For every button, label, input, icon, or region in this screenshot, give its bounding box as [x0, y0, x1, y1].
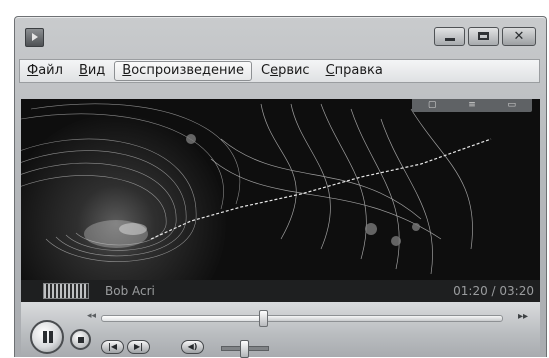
media-player-window: ✕ Файл Вид Воспроизведение Сервис Справк… [14, 16, 547, 358]
seek-back-icon: ◂◂ [87, 311, 97, 321]
artist-label: Bob Acri [105, 284, 155, 298]
close-icon: ✕ [513, 29, 525, 44]
menu-tools[interactable]: Сервис [254, 61, 317, 81]
previous-icon: |◀ [107, 342, 118, 351]
seek-progress [102, 316, 262, 321]
menu-tools-accel: е [270, 63, 279, 78]
volume-thumb[interactable] [239, 340, 249, 358]
stop-button[interactable] [70, 329, 91, 350]
menu-help-accel: С [325, 63, 335, 78]
menu-view-accel: В [78, 63, 88, 78]
menu-playback[interactable]: Воспроизведение [114, 61, 252, 81]
maximize-icon [478, 32, 489, 40]
media-player-icon[interactable] [25, 28, 44, 47]
menu-playback-label: оспроизведение [131, 63, 244, 78]
video-area[interactable]: ▢ ≡ ▭ [21, 99, 540, 280]
visualization [21, 99, 540, 280]
volume-slider[interactable] [221, 340, 269, 358]
menu-file-label: айл [38, 63, 63, 78]
menu-view[interactable]: Вид [72, 61, 112, 81]
menu-view-label: ид [87, 63, 106, 78]
seek-thumb[interactable] [259, 310, 268, 327]
time-display: 01:20 / 03:20 [453, 284, 534, 298]
menu-bar: Файл Вид Воспроизведение Сервис Справка [19, 59, 540, 83]
fullscreen-icon[interactable]: ▢ [428, 101, 437, 110]
minimize-button[interactable] [434, 27, 465, 46]
previous-button[interactable]: |◀ [101, 340, 124, 354]
next-icon: ▶| [133, 342, 144, 351]
seek-bar[interactable] [101, 310, 503, 327]
window-controls: ✕ [434, 27, 536, 47]
menu-help-label: правка [334, 63, 383, 78]
seek-forward-icon[interactable]: ▸▸ [518, 311, 528, 322]
now-playing-bar: Bob Acri 01:20 / 03:20 [21, 280, 540, 302]
pause-button[interactable] [30, 320, 64, 354]
pause-icon [43, 331, 47, 343]
visualization-meter-icon [43, 283, 89, 299]
menu-tools-pre: С [260, 63, 271, 78]
video-mini-toolbar: ▢ ≡ ▭ [412, 99, 532, 112]
stop-icon [78, 337, 84, 343]
transport-controls: ◂◂ ▸▸ |◀ ▶| ◀) [21, 302, 540, 358]
menu-file-accel: Ф [27, 63, 39, 78]
mute-button[interactable]: ◀) [181, 340, 204, 354]
menu-tools-label: рвис [278, 63, 310, 78]
minimize-icon [445, 38, 455, 41]
compact-mode-icon[interactable]: ▭ [508, 101, 517, 110]
maximize-button[interactable] [468, 27, 499, 46]
menu-playback-accel: В [122, 63, 132, 78]
close-button[interactable]: ✕ [502, 27, 536, 46]
menu-help[interactable]: Справка [319, 61, 390, 81]
next-button[interactable]: ▶| [127, 340, 150, 354]
menu-file[interactable]: Файл [20, 61, 70, 81]
playlist-icon[interactable]: ≡ [468, 101, 476, 110]
speaker-icon: ◀) [187, 342, 198, 351]
